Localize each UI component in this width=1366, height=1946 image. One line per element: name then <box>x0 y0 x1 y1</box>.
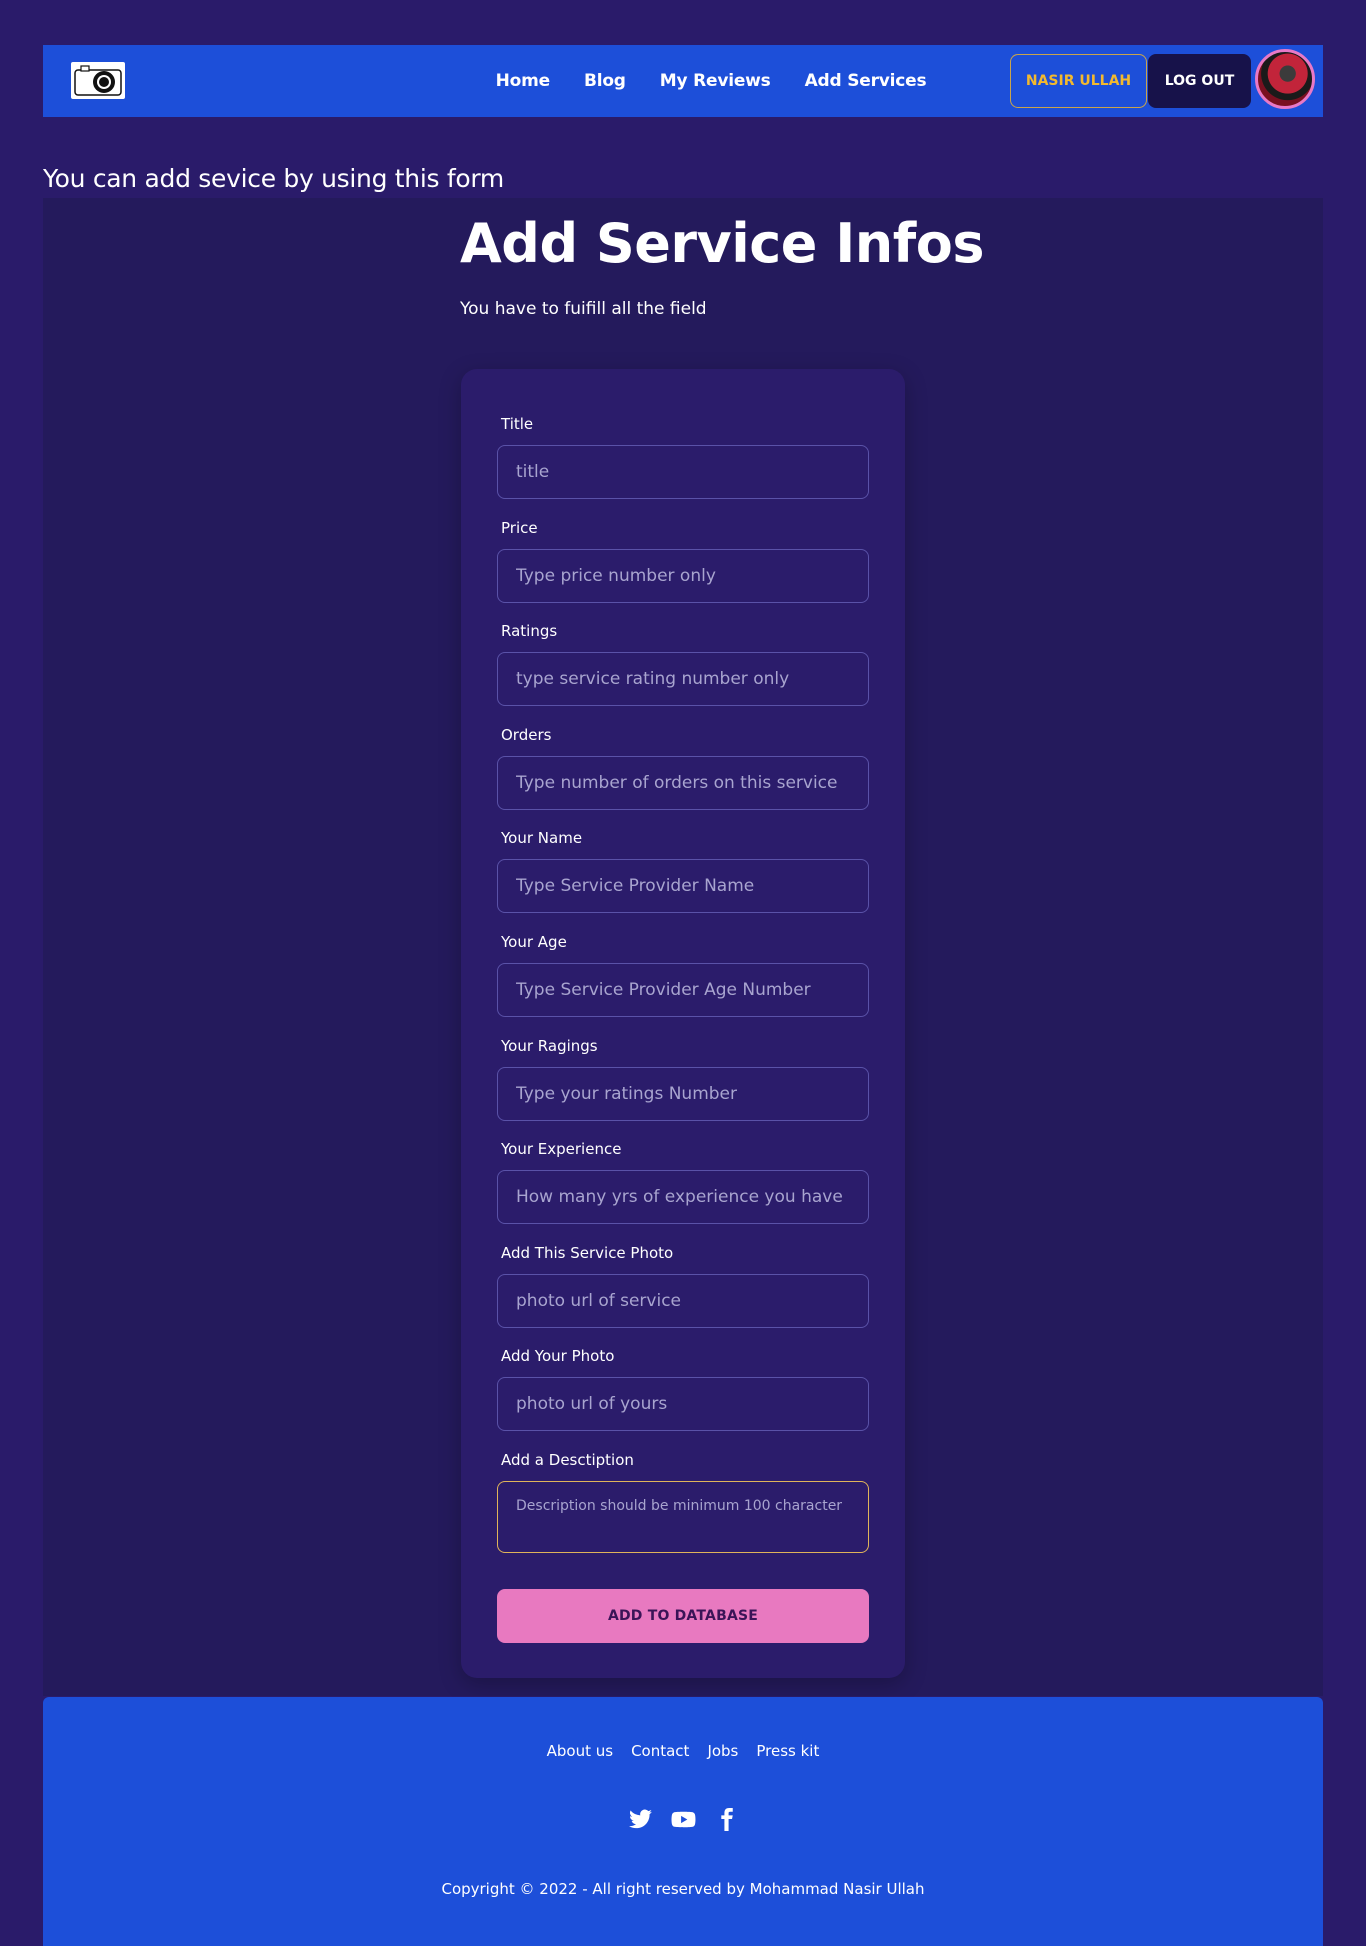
orders-label: Orders <box>501 726 552 744</box>
your-experience-label: Your Experience <box>501 1140 622 1158</box>
price-input[interactable] <box>497 549 869 603</box>
orders-input[interactable] <box>497 756 869 810</box>
description-textarea[interactable] <box>497 1481 869 1553</box>
footer: About us Contact Jobs Press kit Copyrigh… <box>43 1697 1323 1946</box>
intro-text: You can add sevice by using this form <box>43 164 504 193</box>
add-to-database-button[interactable]: ADD TO DATABASE <box>497 1589 869 1643</box>
service-photo-input[interactable] <box>497 1274 869 1328</box>
your-ratings-label: Your Ragings <box>501 1037 598 1055</box>
youtube-icon[interactable] <box>671 1807 696 1832</box>
your-photo-input[interactable] <box>497 1377 869 1431</box>
price-label: Price <box>501 519 538 537</box>
title-label: Title <box>501 415 534 433</box>
your-photo-label: Add Your Photo <box>501 1347 615 1365</box>
title-input[interactable] <box>497 445 869 499</box>
page-subtitle: You have to fuifill all the field <box>460 299 707 319</box>
your-name-input[interactable] <box>497 859 869 913</box>
nav-home-link[interactable]: Home <box>496 71 551 91</box>
page-title: Add Service Infos <box>460 212 984 275</box>
footer-about-link[interactable]: About us <box>547 1742 613 1760</box>
nav-add-services-link[interactable]: Add Services <box>805 71 927 91</box>
footer-press-kit-link[interactable]: Press kit <box>756 1742 819 1760</box>
copyright-text: Copyright © 2022 - All right reserved by… <box>441 1880 925 1898</box>
user-name-button[interactable]: NASIR ULLAH <box>1010 54 1147 108</box>
social-links <box>43 1807 1323 1832</box>
twitter-icon[interactable] <box>628 1807 653 1832</box>
ratings-input[interactable] <box>497 652 869 706</box>
ratings-label: Ratings <box>501 622 558 640</box>
footer-contact-link[interactable]: Contact <box>631 1742 689 1760</box>
add-service-form: Title Price Ratings Orders Your Name You… <box>461 369 905 1678</box>
logout-button[interactable]: LOG OUT <box>1148 54 1251 108</box>
user-avatar[interactable] <box>1255 49 1315 109</box>
description-label: Add a Desctiption <box>501 1451 634 1469</box>
your-age-input[interactable] <box>497 963 869 1017</box>
your-ratings-input[interactable] <box>497 1067 869 1121</box>
facebook-icon[interactable] <box>714 1807 739 1832</box>
footer-jobs-link[interactable]: Jobs <box>707 1742 738 1760</box>
nav-my-reviews-link[interactable]: My Reviews <box>660 71 771 91</box>
navbar: Home Blog My Reviews Add Services NASIR … <box>43 45 1323 117</box>
your-experience-input[interactable] <box>497 1170 869 1224</box>
nav-blog-link[interactable]: Blog <box>584 71 626 91</box>
service-photo-label: Add This Service Photo <box>501 1244 674 1262</box>
your-age-label: Your Age <box>501 933 567 951</box>
your-name-label: Your Name <box>501 829 583 847</box>
footer-links: About us Contact Jobs Press kit <box>43 1742 1323 1760</box>
